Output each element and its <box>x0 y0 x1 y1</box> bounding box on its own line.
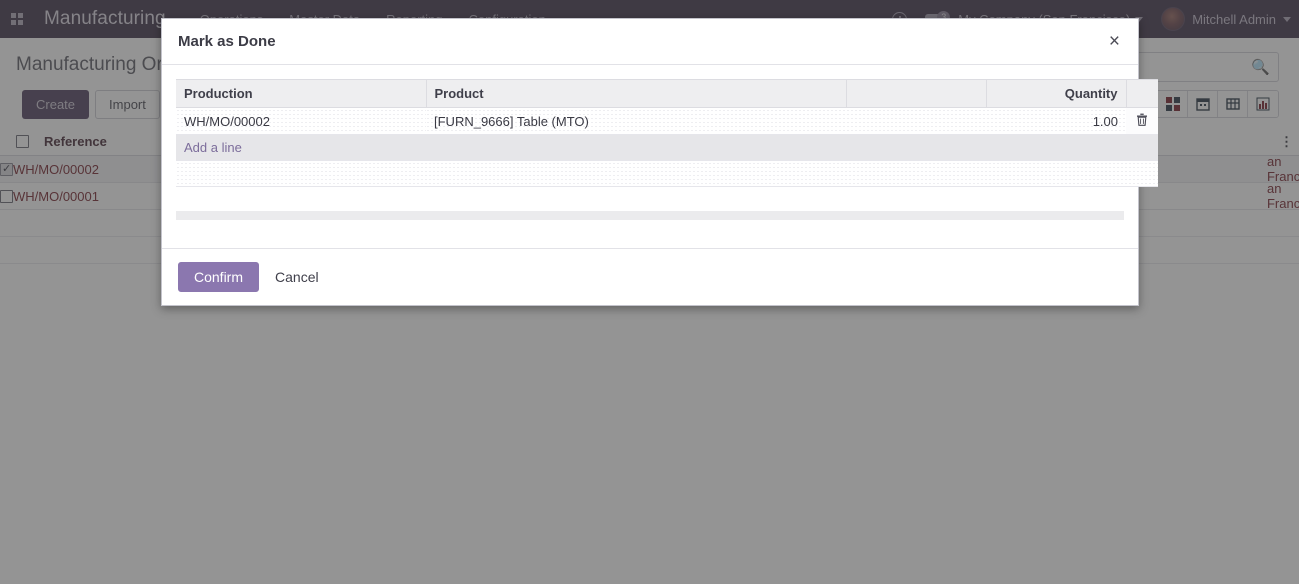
dialog-header: Mark as Done × <box>162 19 1138 65</box>
table-row[interactable]: WH/MO/00002 [FURN_9666] Table (MTO) 1.00 <box>176 107 1158 135</box>
trash-icon[interactable] <box>1126 107 1158 135</box>
table-header-row: Production Product Quantity <box>176 79 1158 108</box>
column-header-production[interactable]: Production <box>176 79 427 108</box>
dialog-footer: Confirm Cancel <box>162 248 1138 305</box>
confirm-button[interactable]: Confirm <box>178 262 260 292</box>
cancel-button[interactable]: Cancel <box>267 263 327 291</box>
column-header-product[interactable]: Product <box>426 79 847 108</box>
cell-production[interactable]: WH/MO/00002 <box>176 107 426 135</box>
body-spacer-bottom <box>176 220 1124 248</box>
production-lines-table: Production Product Quantity WH/MO/00002 … <box>176 79 1158 187</box>
column-header-blank <box>846 79 987 108</box>
app-root: Manufacturing Operations Master Data Rep… <box>0 0 1299 584</box>
mark-as-done-dialog: Mark as Done × Production Product Quanti… <box>161 18 1158 306</box>
close-icon[interactable]: × <box>1107 32 1122 51</box>
cell-quantity[interactable]: 1.00 <box>986 107 1126 135</box>
cell-blank <box>846 107 986 135</box>
add-a-line-link[interactable]: Add a line <box>184 140 242 155</box>
footer-gray-bar <box>176 211 1124 220</box>
dialog-body: Production Product Quantity WH/MO/00002 … <box>162 65 1158 248</box>
column-header-quantity[interactable]: Quantity <box>986 79 1127 108</box>
column-header-actions <box>1126 79 1158 108</box>
add-line-row[interactable]: Add a line <box>176 134 1158 161</box>
cell-product[interactable]: [FURN_9666] Table (MTO) <box>426 107 846 135</box>
add-line-cell[interactable]: Add a line <box>176 134 1158 161</box>
blank-row <box>176 160 1158 187</box>
dialog-title: Mark as Done <box>178 33 276 50</box>
